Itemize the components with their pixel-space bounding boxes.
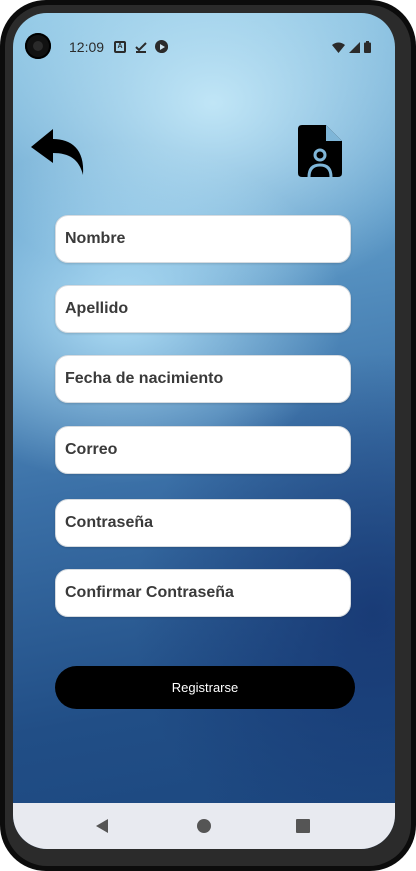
wifi-icon (332, 40, 345, 58)
register-button[interactable]: Registrarse (55, 666, 355, 709)
email-input[interactable] (56, 427, 350, 473)
navigation-bar (13, 803, 395, 849)
signal-icon (349, 40, 360, 58)
notification-icons: A (114, 40, 168, 53)
status-bar: 12:09 A (13, 33, 395, 63)
phone-frame: 12:09 A Nombre Apellido Fecha de nacimie… (0, 0, 416, 871)
nombre-input[interactable] (56, 216, 350, 262)
contact-document-button[interactable] (296, 123, 344, 179)
apellido-input[interactable] (56, 286, 350, 332)
email-field-box (55, 426, 351, 474)
reply-arrow-icon (31, 129, 84, 175)
app-screen: 12:09 A Nombre Apellido Fecha de nacimie… (13, 13, 395, 849)
system-icons (332, 40, 371, 58)
apellido-field-box (55, 285, 351, 333)
home-circle-icon[interactable] (197, 819, 211, 833)
birthdate-field-box (55, 355, 351, 403)
back-button[interactable] (29, 125, 87, 177)
a-icon: A (114, 40, 126, 53)
confirm-password-input[interactable] (56, 570, 350, 616)
password-field-box (55, 499, 351, 547)
front-camera (25, 33, 51, 59)
birthdate-input[interactable] (56, 356, 350, 402)
contact-document-icon (298, 125, 342, 178)
play-protect-icon (155, 40, 168, 53)
nombre-field-box (55, 215, 351, 263)
back-triangle-icon[interactable] (96, 819, 108, 833)
status-time: 12:09 (69, 39, 105, 55)
check-download-icon (134, 40, 147, 53)
recents-square-icon[interactable] (296, 819, 310, 833)
battery-icon (364, 40, 371, 58)
confirm-password-field-box (55, 569, 351, 617)
password-input[interactable] (56, 500, 350, 546)
